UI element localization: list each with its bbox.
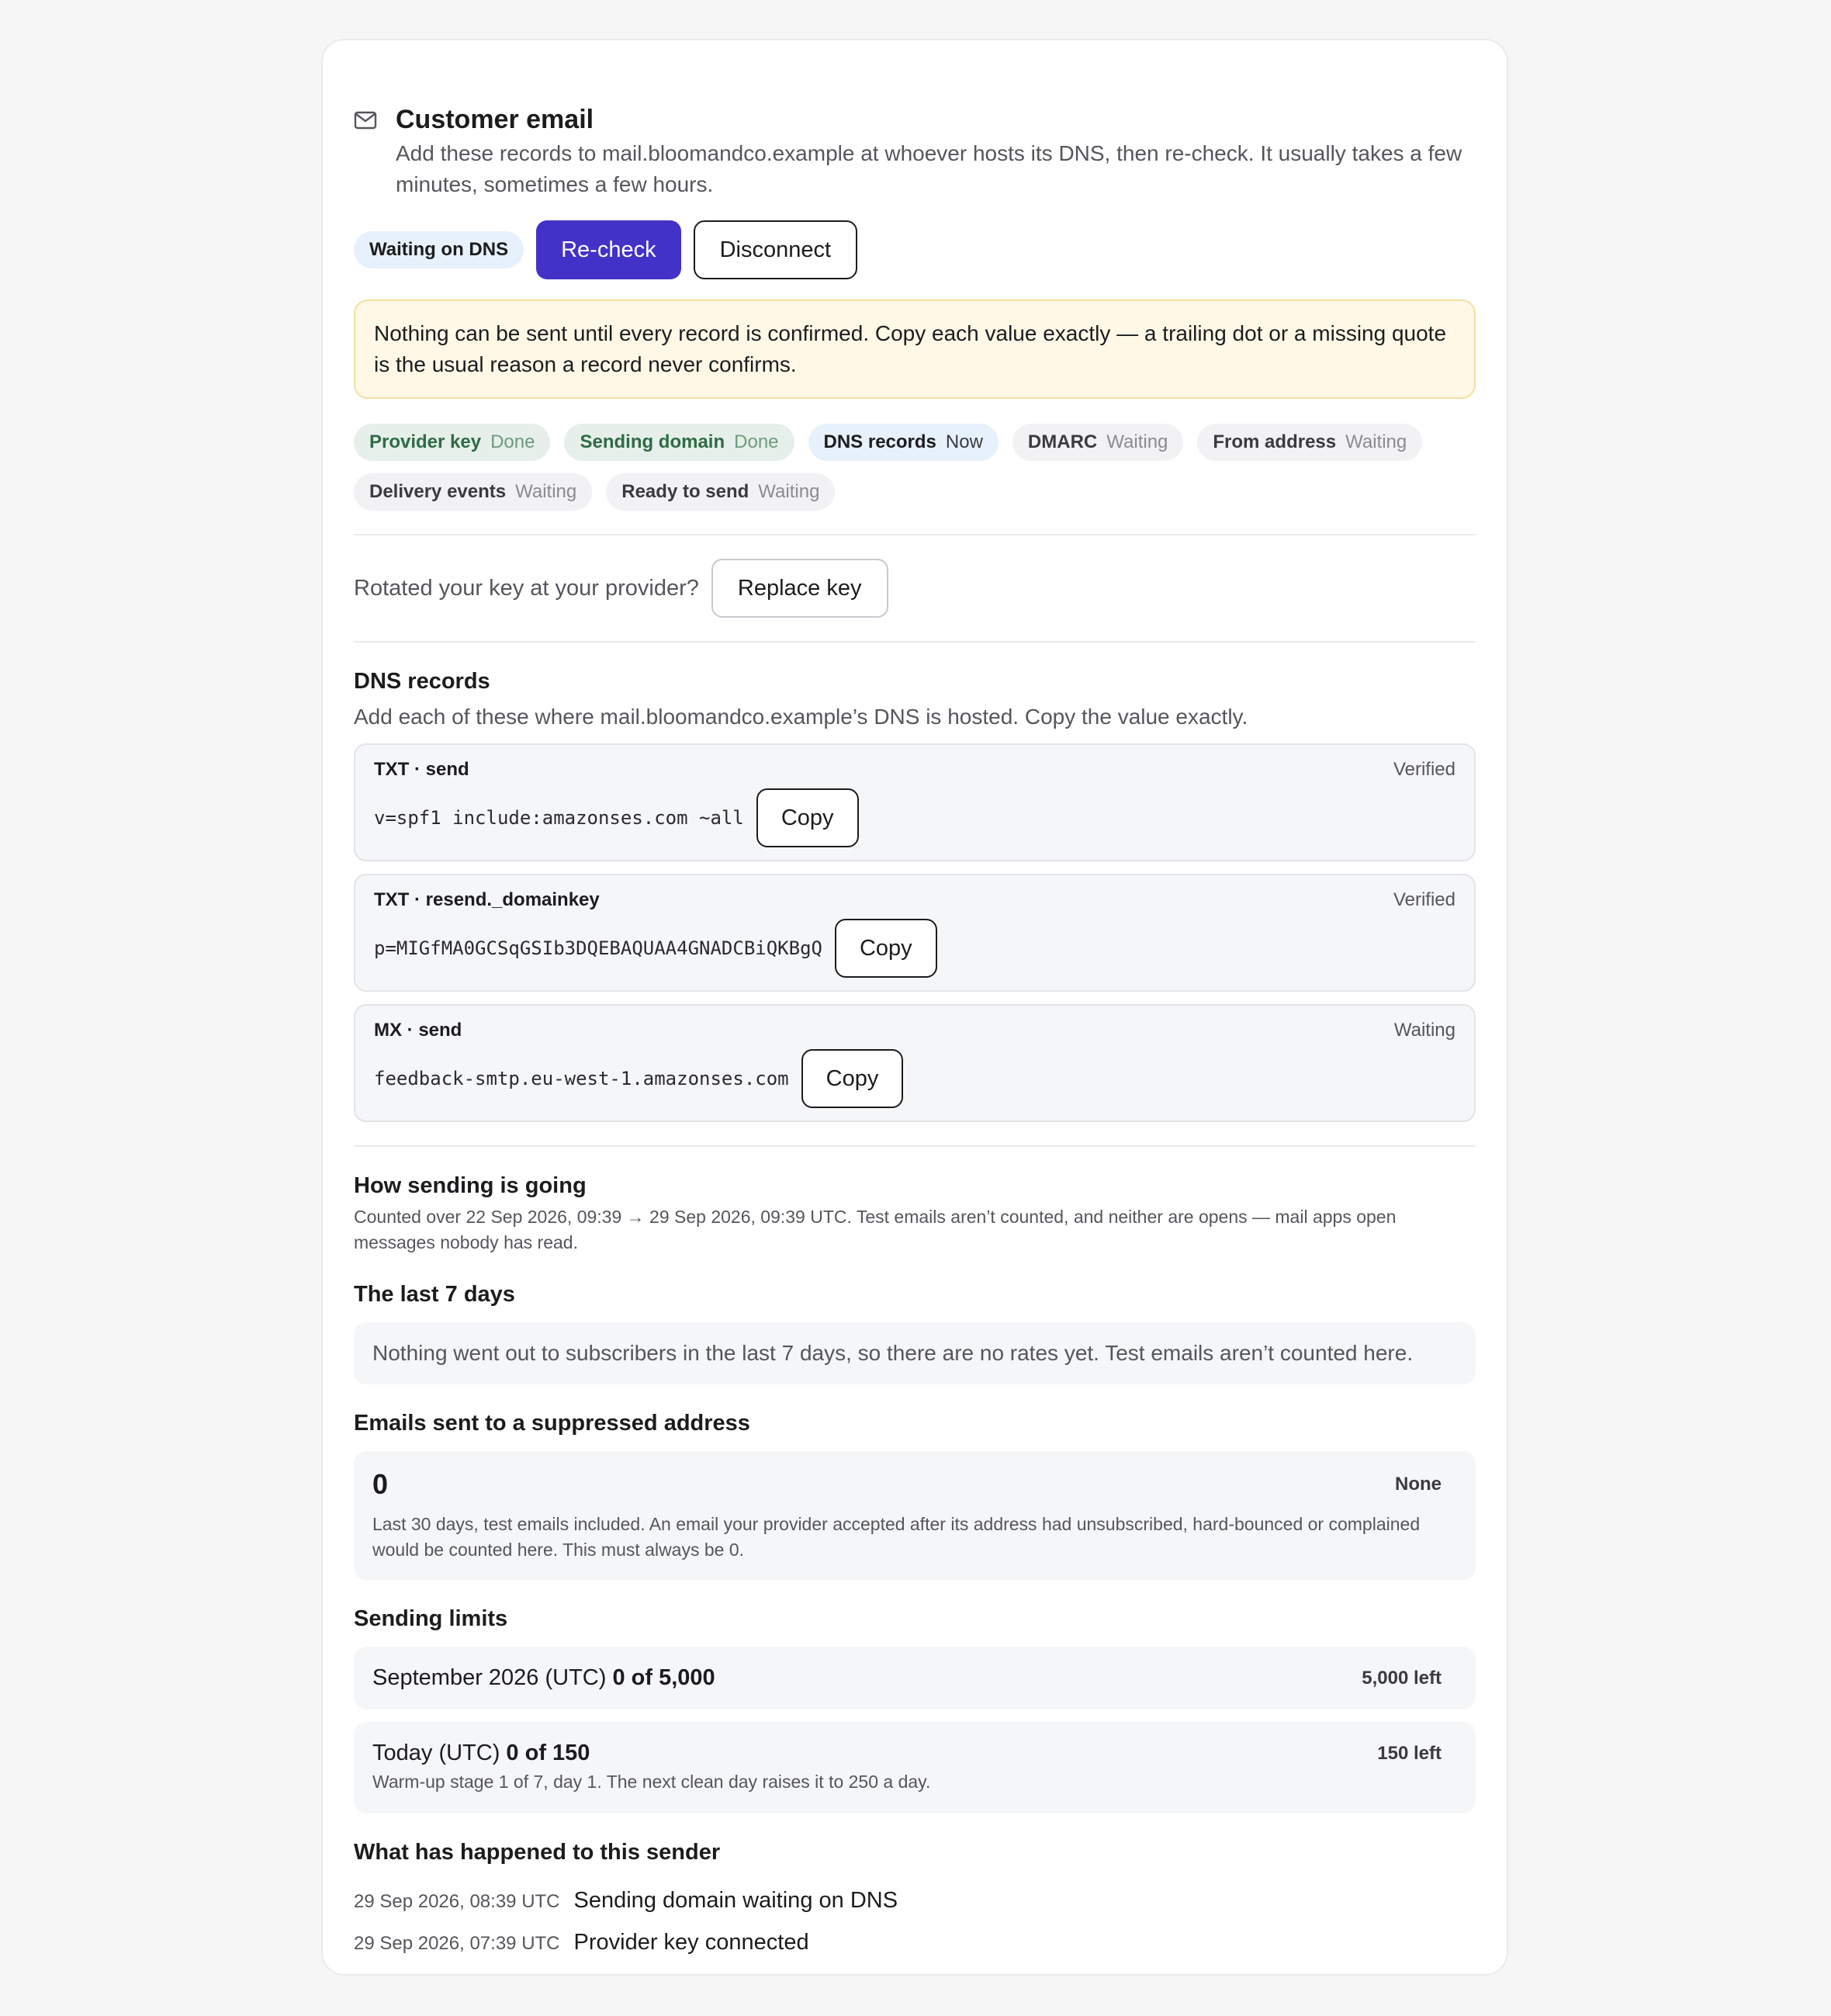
record-type: TXT · resend._domainkey	[374, 889, 600, 910]
event-time: 29 Sep 2026, 08:39 UTC	[354, 1891, 560, 1912]
dns-record: TXT · resend._domainkey Verified p=MIGfM…	[354, 874, 1476, 992]
page-title: Customer email	[396, 105, 594, 134]
suppressed-status: None	[1395, 1474, 1442, 1495]
step-status: Waiting	[1345, 431, 1407, 452]
copy-button[interactable]: Copy	[834, 919, 937, 978]
step-name: Ready to send	[621, 481, 749, 502]
step-sending-domain: Sending domain Done	[564, 424, 794, 461]
customer-email-card: Customer email Add these records to mail…	[321, 39, 1508, 1976]
divider	[354, 1145, 1476, 1147]
step-name: DMARC	[1027, 431, 1098, 452]
record-status: Verified	[1393, 889, 1455, 910]
step-status: Done	[734, 431, 779, 452]
divider	[354, 641, 1476, 643]
limit-header: September 2026 (UTC) 0 of 5,000 5,000 le…	[372, 1665, 1442, 1691]
step-name: Provider key	[369, 431, 482, 452]
sending-note: Counted over 22 Sep 2026, 09:39 → 29 Sep…	[354, 1207, 1397, 1252]
record-body: v=spf1 include:amazonses.com ~all Copy	[374, 788, 1455, 847]
last-7-days-title: The last 7 days	[354, 1282, 515, 1307]
limit-period: Today (UTC)	[372, 1741, 500, 1765]
replace-key-button[interactable]: Replace key	[711, 559, 888, 618]
action-row: Waiting on DNS Re-check Disconnect	[354, 220, 1476, 279]
record-type: MX · send	[374, 1020, 462, 1041]
record-status: Verified	[1393, 759, 1455, 780]
step-name: DNS records	[823, 431, 936, 452]
record-value: feedback-smtp.eu-west-1.amazonses.com	[374, 1068, 789, 1089]
record-header: MX · send Waiting	[374, 1020, 1455, 1041]
header-text: Customer email Add these records to mail…	[396, 71, 1476, 200]
dns-record: MX · send Waiting feedback-smtp.eu-west-…	[354, 1004, 1476, 1122]
dns-records-title: DNS records	[354, 669, 490, 694]
record-header: TXT · send Verified	[374, 759, 1455, 781]
dns-records-description: Add each of these where mail.bloomandco.…	[354, 705, 1248, 729]
step-dmarc: DMARC Waiting	[1012, 424, 1184, 461]
last-7-days-panel: Nothing went out to subscribers in the l…	[354, 1322, 1476, 1384]
record-body: feedback-smtp.eu-west-1.amazonses.com Co…	[374, 1049, 1455, 1108]
event-time: 29 Sep 2026, 07:39 UTC	[354, 1933, 560, 1954]
step-dns-records: DNS records Now	[808, 424, 999, 461]
limit-header: Today (UTC) 0 of 150 150 left	[372, 1741, 1442, 1766]
record-status: Waiting	[1393, 1020, 1455, 1041]
history-title: What has happened to this sender	[354, 1840, 721, 1865]
warning-alert: Nothing can be sent until every record i…	[354, 300, 1476, 399]
suppressed-title: Emails sent to a suppressed address	[354, 1411, 750, 1436]
setup-steps: Provider key Done Sending domain Done DNS …	[354, 424, 1476, 511]
dns-record: TXT · send Verified v=spf1 include:amazo…	[354, 743, 1476, 861]
event-text: Provider key connected	[573, 1930, 809, 1955]
status-badge: Waiting on DNS	[354, 231, 524, 268]
record-type: TXT · send	[374, 759, 469, 780]
limit-value: 0 of 5,000	[612, 1665, 715, 1690]
limit-remaining: 150 left	[1377, 1742, 1442, 1764]
record-value: v=spf1 include:amazonses.com ~all	[374, 807, 744, 829]
record-header: TXT · resend._domainkey Verified	[374, 889, 1455, 911]
dns-record-list: TXT · send Verified v=spf1 include:amazo…	[354, 743, 1476, 1122]
copy-button[interactable]: Copy	[756, 788, 859, 847]
step-status: Waiting	[1106, 431, 1168, 452]
suppressed-panel: 0 None Last 30 days, test emails include…	[354, 1451, 1476, 1580]
history-list: 29 Sep 2026, 08:39 UTC Sending domain wa…	[354, 1880, 1476, 1964]
step-status: Waiting	[515, 481, 577, 502]
daily-limit: Today (UTC) 0 of 150 150 left Warm-up st…	[354, 1722, 1476, 1813]
mail-icon	[354, 111, 377, 130]
divider	[354, 534, 1476, 535]
card-header: Customer email Add these records to mail…	[354, 71, 1476, 200]
limit-period: September 2026 (UTC)	[372, 1665, 607, 1690]
suppressed-header: 0 None	[372, 1468, 1442, 1501]
page-subtitle: Add these records to mail.bloomandco.exa…	[396, 141, 1462, 196]
copy-button[interactable]: Copy	[801, 1049, 904, 1108]
limit-label: September 2026 (UTC) 0 of 5,000	[372, 1665, 715, 1691]
limit-value: 0 of 150	[506, 1741, 590, 1765]
limit-remaining: 5,000 left	[1362, 1667, 1442, 1689]
replace-key-prompt: Rotated your key at your provider?	[354, 575, 699, 601]
suppressed-count: 0	[372, 1468, 389, 1500]
recheck-button[interactable]: Re-check	[536, 220, 681, 279]
step-from-address: From address Waiting	[1197, 424, 1423, 461]
record-body: p=MIGfMA0GCSqGSIb3DQEBAQUAA4GNADCBiQKBgQ…	[374, 919, 1455, 978]
limit-label: Today (UTC) 0 of 150	[372, 1741, 590, 1766]
step-delivery-events: Delivery events Waiting	[354, 473, 593, 511]
replace-key-row: Rotated your key at your provider? Repla…	[354, 559, 1476, 618]
event-text: Sending domain waiting on DNS	[573, 1888, 898, 1913]
step-name: Delivery events	[369, 481, 507, 502]
sending-title: How sending is going	[354, 1173, 587, 1198]
suppressed-note: Last 30 days, test emails included. An e…	[372, 1514, 1421, 1560]
sending-limits-title: Sending limits	[354, 1606, 508, 1631]
step-provider-key: Provider key Done	[354, 424, 551, 461]
step-ready-to-send: Ready to send Waiting	[606, 473, 836, 511]
step-name: Sending domain	[580, 431, 725, 452]
record-value: p=MIGfMA0GCSqGSIb3DQEBAQUAA4GNADCBiQKBgQ	[374, 937, 822, 959]
warmup-note: Warm-up stage 1 of 7, day 1. The next cl…	[372, 1772, 931, 1792]
history-event: 29 Sep 2026, 08:39 UTC Sending domain wa…	[354, 1880, 1476, 1922]
step-status: Waiting	[758, 481, 820, 502]
step-name: From address	[1213, 431, 1337, 452]
disconnect-button[interactable]: Disconnect	[693, 220, 858, 279]
step-status: Done	[490, 431, 535, 452]
monthly-limit: September 2026 (UTC) 0 of 5,000 5,000 le…	[354, 1647, 1476, 1709]
step-status: Now	[945, 431, 983, 452]
history-event: 29 Sep 2026, 07:39 UTC Provider key conn…	[354, 1922, 1476, 1964]
